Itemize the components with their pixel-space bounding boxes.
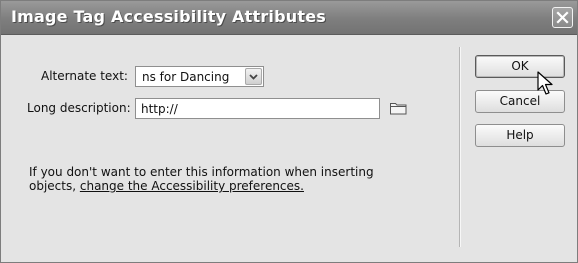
dropdown-button[interactable]: [245, 68, 262, 85]
long-description-label: Long description:: [27, 101, 131, 115]
info-text: If you don't want to enter this informat…: [29, 165, 429, 193]
dialog-body: Alternate text: ns for Dancing Long desc…: [1, 35, 577, 262]
mouse-cursor-icon: [537, 71, 553, 95]
close-button[interactable]: [552, 7, 573, 28]
alternate-text-value[interactable]: ns for Dancing: [142, 70, 229, 84]
help-button[interactable]: Help: [475, 124, 565, 147]
dropdown-arrow-icon: [249, 73, 258, 80]
dialog-window: Image Tag Accessibility Attributes Alter…: [0, 0, 578, 263]
info-line-2-prefix: objects,: [29, 179, 80, 193]
title-bar[interactable]: Image Tag Accessibility Attributes: [1, 1, 577, 35]
accessibility-preferences-link[interactable]: change the Accessibility preferences.: [80, 179, 304, 193]
browse-folder-button[interactable]: [389, 100, 409, 116]
folder-icon: [390, 103, 407, 115]
alternate-text-combobox[interactable]: ns for Dancing: [135, 66, 264, 87]
alternate-text-label: Alternate text:: [41, 69, 128, 83]
close-icon: [556, 11, 569, 24]
long-description-value[interactable]: http://: [141, 102, 178, 116]
info-line-1: If you don't want to enter this informat…: [29, 165, 374, 179]
vertical-divider: [459, 47, 461, 247]
dialog-title: Image Tag Accessibility Attributes: [11, 7, 326, 26]
long-description-field[interactable]: http://: [135, 98, 380, 119]
